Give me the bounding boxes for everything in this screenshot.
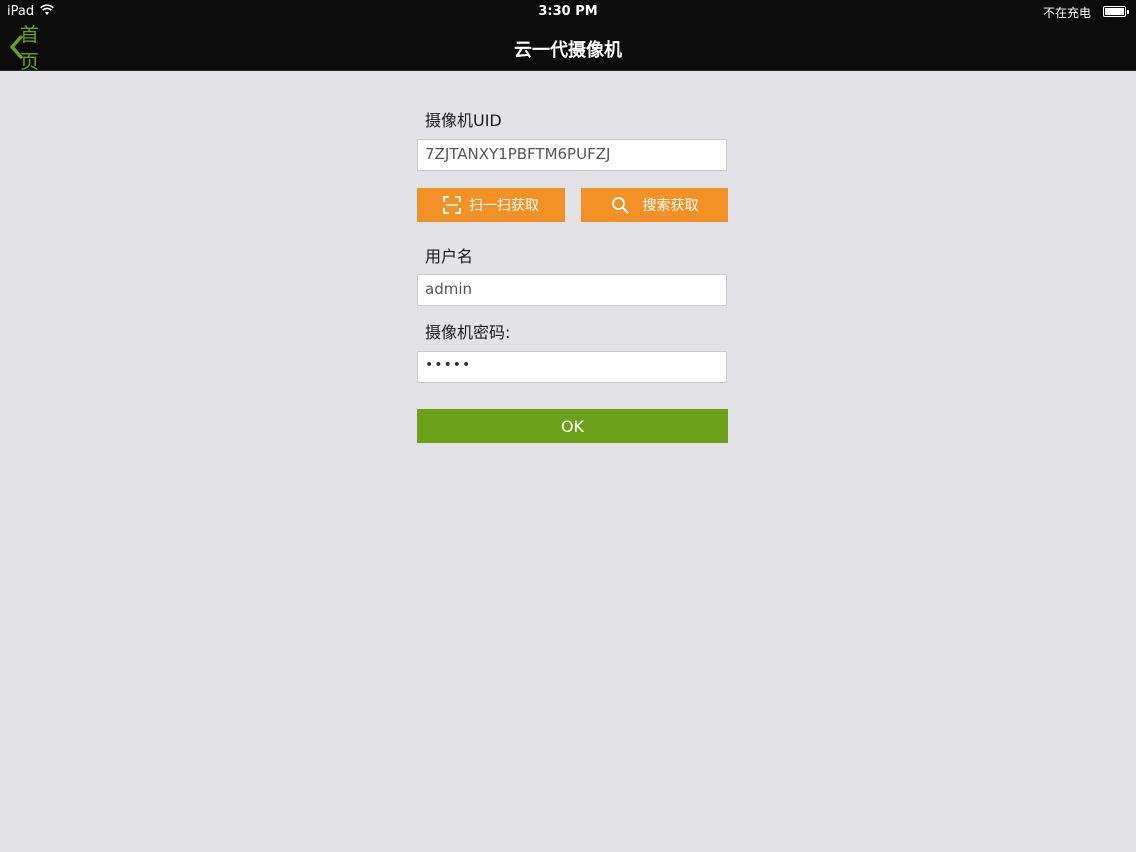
- uid-label: 摄像机UID: [425, 111, 502, 130]
- navigation-bar: 首页 云一代摄像机: [0, 24, 1136, 73]
- scan-button[interactable]: 扫一扫获取: [417, 188, 565, 222]
- uid-input[interactable]: 7ZJTANXY1PBFTM6PUFZJ: [417, 139, 727, 171]
- status-bar: iPad 3:30 PM 不在充电: [0, 0, 1136, 24]
- charge-status: 不在充电: [1043, 6, 1092, 20]
- page-title: 云一代摄像机: [514, 40, 622, 61]
- ok-button[interactable]: OK: [417, 409, 728, 443]
- search-button-label: 搜索获取: [642, 198, 699, 214]
- search-button[interactable]: 搜索获取: [581, 188, 728, 222]
- clock: 3:30 PM: [538, 4, 598, 19]
- username-input[interactable]: admin: [417, 274, 727, 306]
- username-label: 用户名: [425, 247, 474, 266]
- password-label: 摄像机密码:: [425, 323, 511, 342]
- search-icon: [611, 197, 628, 214]
- scan-button-label: 扫一扫获取: [469, 198, 539, 214]
- scan-frame-icon: [443, 196, 461, 214]
- password-input[interactable]: •••••: [417, 351, 727, 383]
- battery-icon: [1103, 6, 1129, 17]
